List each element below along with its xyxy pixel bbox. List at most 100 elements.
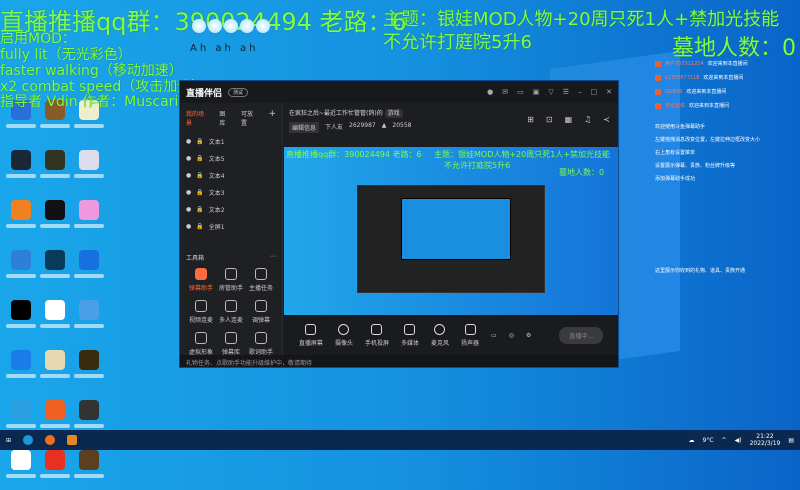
chat-msg: 欢迎来到本直播间 [707,61,748,67]
scene-item[interactable]: ● 🔒 文本1 [180,133,282,150]
bell-icon[interactable]: ♫ [584,115,591,124]
tool-item[interactable]: 视频连麦 [186,300,216,324]
tab-gallery[interactable]: 图库 [219,109,231,127]
chat-icon[interactable]: ▭ [517,88,524,96]
settings-icon[interactable]: ⚙ [526,332,531,339]
scene-item[interactable]: ● 🔒 文本5 [180,150,282,167]
scene-item[interactable]: ● 🔒 文本3 [180,184,282,201]
eye-icon[interactable]: ● [186,206,191,213]
desktop-icon[interactable] [72,350,106,390]
microphone-button[interactable]: 麦克风 [431,323,449,347]
clock-date[interactable]: 2022/3/19 [750,440,781,447]
tool-item[interactable]: 虚拟形象 [186,332,216,356]
scene-item[interactable]: ● 🔒 全屏1 [180,218,282,235]
desktop-icon[interactable] [72,450,106,490]
desktop-icon[interactable] [4,250,38,290]
edge-icon[interactable] [23,435,34,445]
close-button[interactable]: ✕ [606,88,612,96]
stream-preview: 直播推播qq群：390024494 老路：6 主题：银娃MOD人物+20周只死1… [284,147,618,323]
tool-item[interactable]: 歌词助手 [246,332,276,356]
tool-item[interactable]: 弹幕库 [216,332,246,356]
eye-icon[interactable]: ◎ [509,332,514,339]
tab-my-scenes[interactable]: 我的场景 [186,109,209,127]
desktop-icon[interactable] [72,300,106,340]
firefox-icon[interactable] [45,435,56,445]
desktop-icon[interactable] [38,200,72,240]
more-icon[interactable]: ⋯ [270,253,276,262]
box-icon[interactable]: ▦ [565,115,573,124]
eye-icon[interactable]: ● [186,138,191,145]
scene-item[interactable]: ● 🔒 文本2 [180,201,282,218]
unlock-icon[interactable]: ⊡ [546,115,553,124]
lock-icon[interactable]: 🔒 [196,138,203,145]
desktop-icon[interactable] [4,300,38,340]
lock-icon[interactable]: 🔒 [196,189,203,196]
eye-icon[interactable]: ● [186,155,191,162]
clock-time[interactable]: 21:22 [750,433,781,440]
desktop-icon[interactable] [38,350,72,390]
nested-preview-screen [401,198,511,260]
media-button[interactable]: 多媒体 [401,323,419,347]
tool-item[interactable]: 房管助手 [216,268,246,292]
screen-icon[interactable]: ▣ [533,88,540,96]
desktop-icon[interactable] [4,450,38,490]
volume-icon[interactable]: ◀) [735,437,742,444]
lock-icon[interactable]: 🔒 [196,172,203,179]
lock-icon[interactable]: 🔒 [196,155,203,162]
lock-icon[interactable]: 🔒 [196,206,203,213]
desktop-icon[interactable] [72,250,106,290]
edit-info-button[interactable]: 编辑信息 [289,122,320,133]
desktop-icon[interactable] [38,300,72,340]
eye-icon[interactable]: ● [186,189,191,196]
toolbox: 工具箱 ⋯ 弹幕助手 房管助手 主播任务 视频连麦 多人连麦 调弹幕 虚拟形象 弹… [180,253,282,362]
tool-label: 弹幕助手 [188,285,213,292]
scene-item[interactable]: ● 🔒 文本4 [180,167,282,184]
desktop-icon[interactable] [38,450,72,490]
lock-icon[interactable]: 🔒 [196,223,203,230]
share-icon[interactable]: ≺ [603,115,610,124]
maximize-button[interactable]: □ [591,88,598,96]
phone-cast-button[interactable]: 手机投屏 [365,323,389,347]
tool-item[interactable]: 主播任务 [246,268,276,292]
streaming-app-taskbar-icon[interactable] [67,435,78,445]
mail-icon[interactable]: ✉ [502,88,508,96]
start-live-button[interactable]: 直播中... [559,326,604,344]
tray-expand-icon[interactable]: ^ [722,437,727,444]
desktop-icon[interactable] [4,200,38,240]
eye-icon[interactable]: ● [186,223,191,230]
beta-badge[interactable]: 测试 [228,87,249,97]
tool-item[interactable]: 多人连麦 [216,300,246,324]
microphone-icon [434,323,446,335]
notification-icon[interactable]: ▤ [788,437,794,444]
speaker-button[interactable]: 扬声器 [461,323,479,347]
gift-icon[interactable]: ⊞ [527,115,534,124]
desktop-icon[interactable] [4,150,38,190]
minimize-button[interactable]: – [578,88,582,96]
stream-title[interactable]: 在疯狂之后~最近工作忙管管(鸽)的 [289,110,383,117]
desktop-icon[interactable] [38,250,72,290]
desktop-icon[interactable] [72,200,106,240]
menu-icon[interactable]: ☰ [563,88,569,96]
desktop-icon[interactable] [72,150,106,190]
monitor-icon [305,323,317,335]
avatar[interactable]: ● [487,88,493,96]
start-button[interactable]: ⊞ [6,437,11,444]
title-bar: 直播伴侣 测试 ● ✉ ▭ ▣ ▽ ☰ – □ ✕ [180,81,618,103]
overlay-rule: 不允许打庭院5升6 [383,32,532,53]
tool-item[interactable]: 调弹幕 [246,300,276,324]
camera-button[interactable]: 摄像头 [335,323,353,347]
category-tag[interactable]: 游戏 [384,109,403,118]
nested-preview [357,185,545,293]
preview-overlay-text: 直播推播qq群：390024494 老路：6 [286,150,422,159]
add-scene-button[interactable]: + [268,109,276,127]
tab-placeable[interactable]: 可放置 [241,109,258,127]
desktop-icon[interactable] [38,150,72,190]
filter-icon[interactable]: ▽ [548,88,553,96]
desktop-icon[interactable] [4,350,38,390]
screen-capture-button[interactable]: 直播屏幕 [299,323,323,347]
record-icon[interactable]: ▭ [491,332,497,339]
tool-label: 视频连麦 [188,317,213,324]
chat-join-row: 用户707311214 欢迎来到本直播间 [655,60,795,67]
eye-icon[interactable]: ● [186,172,191,179]
tool-item[interactable]: 弹幕助手 [186,268,216,292]
